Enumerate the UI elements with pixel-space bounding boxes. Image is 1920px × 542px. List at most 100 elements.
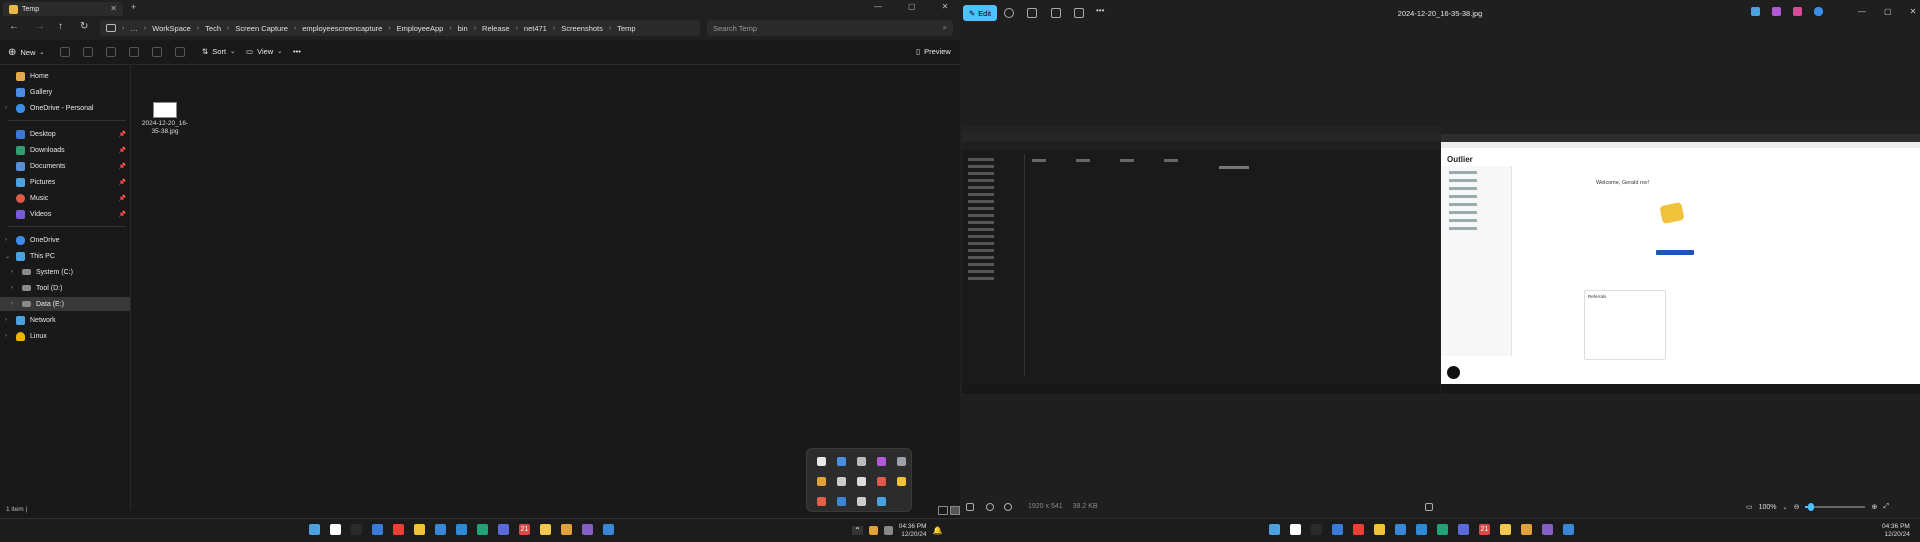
tray-app-13-icon[interactable] xyxy=(857,497,866,506)
maximize-button[interactable]: ▢ xyxy=(1884,7,1892,16)
tray-app-7-icon[interactable] xyxy=(837,477,846,486)
mail-icon[interactable] xyxy=(435,524,446,535)
tab-temp[interactable]: Temp ✕ xyxy=(3,2,123,16)
search-input[interactable]: Search Temp ⌕ xyxy=(707,20,953,36)
info-icon[interactable] xyxy=(1004,503,1012,511)
paste-icon[interactable] xyxy=(106,47,116,57)
chevron-right-icon[interactable]: › xyxy=(5,333,7,339)
back-arrow-icon[interactable]: ← xyxy=(9,21,19,32)
zoom-out-icon[interactable]: ⊖ xyxy=(1794,503,1800,511)
refresh-icon[interactable]: ↻ xyxy=(80,21,88,32)
copilot-icon[interactable] xyxy=(1332,524,1343,535)
calendar-icon[interactable]: 21 xyxy=(519,524,530,535)
clock[interactable]: 04:36 PM 12/20/24 xyxy=(899,523,927,538)
breadcrumb-item[interactable]: EmployeeApp xyxy=(391,24,450,33)
sidebar-item-videos[interactable]: Videos 📌 xyxy=(0,207,130,221)
tray-app-11-icon[interactable] xyxy=(817,497,826,506)
tray-app-4-icon[interactable] xyxy=(877,457,886,466)
address-bar[interactable]: › … › WorkSpace › Tech › Screen Capture › e… xyxy=(100,20,700,36)
tray-app-6-icon[interactable] xyxy=(817,477,826,486)
file-item[interactable]: 2024-12-20_16-35-38.jpg xyxy=(140,100,190,136)
terminal-icon[interactable] xyxy=(351,524,362,535)
chevron-down-icon[interactable]: ⌄ xyxy=(5,253,10,260)
explorer-icon[interactable] xyxy=(414,524,425,535)
zoom-slider[interactable] xyxy=(1805,503,1866,511)
tray-app-12-icon[interactable] xyxy=(837,497,846,506)
search-icon[interactable] xyxy=(330,524,341,535)
sidebar-item-gallery[interactable]: Gallery xyxy=(0,85,130,99)
tray-app-10-icon[interactable] xyxy=(897,477,906,486)
search-icon[interactable] xyxy=(1290,524,1301,535)
details-view-icon[interactable] xyxy=(938,506,948,515)
view-button[interactable]: ▭ View ⌄ xyxy=(246,47,282,56)
cut-icon[interactable] xyxy=(60,47,70,57)
vscode-icon[interactable] xyxy=(456,524,467,535)
vscode-icon[interactable] xyxy=(1416,524,1427,535)
sidebar-item-documents[interactable]: Documents 📌 xyxy=(0,159,130,173)
mail-icon[interactable] xyxy=(1395,524,1406,535)
chrome-canary-icon[interactable] xyxy=(561,524,572,535)
sidebar-item-tool-d[interactable]: › Tool (D:) xyxy=(0,281,130,295)
filmstrip-icon[interactable] xyxy=(966,503,974,511)
remote-icon[interactable] xyxy=(1563,524,1574,535)
breadcrumb-item[interactable]: bin xyxy=(452,24,474,33)
chrome-icon[interactable] xyxy=(393,524,404,535)
tray-app-14-icon[interactable] xyxy=(877,497,886,506)
breadcrumb-more[interactable]: … xyxy=(124,24,144,33)
bell-icon[interactable]: 🔔 xyxy=(933,526,943,535)
sidebar-item-music[interactable]: Music 📌 xyxy=(0,191,130,205)
breadcrumb-item[interactable]: employeescreencapture xyxy=(296,24,388,33)
breadcrumb-item[interactable]: net471 xyxy=(518,24,553,33)
copy-icon[interactable] xyxy=(83,47,93,57)
breadcrumb-item[interactable]: Release xyxy=(476,24,516,33)
more-options-icon[interactable]: ••• xyxy=(293,47,301,56)
tray-app-8-icon[interactable] xyxy=(857,477,866,486)
sidebar-item-onedrive-personal[interactable]: › OneDrive - Personal xyxy=(0,101,130,115)
show-hidden-icons-icon[interactable]: ⌃ xyxy=(852,526,863,535)
breadcrumb-item[interactable]: Screen Capture xyxy=(229,24,294,33)
sidebar-item-pictures[interactable]: Pictures 📌 xyxy=(0,175,130,189)
clock[interactable]: 04:36 PM 12/20/24 xyxy=(1882,523,1910,538)
share-icon[interactable] xyxy=(152,47,162,57)
forward-arrow-icon[interactable]: → xyxy=(35,21,45,32)
chevron-right-icon[interactable]: › xyxy=(5,317,7,323)
chevron-down-icon[interactable]: ⌄ xyxy=(1783,504,1788,511)
zoom-in-icon[interactable]: ⊕ xyxy=(1871,503,1877,511)
chrome-icon[interactable] xyxy=(1353,524,1364,535)
fullscreen-icon[interactable]: ⤢ xyxy=(1883,503,1889,511)
maximize-button[interactable]: ▢ xyxy=(908,2,916,11)
tray-icon[interactable] xyxy=(868,526,878,535)
minimize-button[interactable]: — xyxy=(874,2,882,11)
preview-button[interactable]: ▯ Preview xyxy=(916,47,951,56)
notes-icon[interactable] xyxy=(540,524,551,535)
start-icon[interactable] xyxy=(1269,524,1280,535)
sidebar-item-onedrive[interactable]: › OneDrive xyxy=(0,233,130,247)
delete-icon[interactable] xyxy=(175,47,185,57)
copilot-icon[interactable] xyxy=(372,524,383,535)
breadcrumb-item[interactable]: WorkSpace xyxy=(146,24,197,33)
rename-icon[interactable] xyxy=(129,47,139,57)
chevron-right-icon[interactable]: › xyxy=(11,285,13,291)
new-tab-button[interactable]: + xyxy=(131,2,136,12)
breadcrumb-item[interactable]: Temp xyxy=(611,24,641,33)
sidebar-item-home[interactable]: Home xyxy=(0,69,130,83)
sidebar-item-downloads[interactable]: Downloads 📌 xyxy=(0,143,130,157)
start-icon[interactable] xyxy=(309,524,320,535)
vscode-insiders-icon[interactable] xyxy=(1437,524,1448,535)
clipchamp-icon[interactable] xyxy=(1751,7,1760,16)
chevron-right-icon[interactable]: › xyxy=(11,269,13,275)
terminal-icon[interactable] xyxy=(1311,524,1322,535)
sidebar-item-data-e[interactable]: › Data (E:) xyxy=(0,297,130,311)
network-icon[interactable] xyxy=(883,526,893,535)
vscode-insiders-icon[interactable] xyxy=(477,524,488,535)
tiles-view-icon[interactable] xyxy=(950,506,960,515)
sidebar-item-system-c[interactable]: › System (C:) xyxy=(0,265,130,279)
chevron-right-icon[interactable]: › xyxy=(5,105,7,111)
fit-to-window-icon[interactable] xyxy=(1425,503,1433,511)
sidebar-item-linux[interactable]: › Linux xyxy=(0,329,130,343)
sidebar-item-desktop[interactable]: Desktop 📌 xyxy=(0,127,130,141)
close-tab-icon[interactable]: ✕ xyxy=(110,4,117,13)
sort-button[interactable]: ⇅ Sort ⌄ xyxy=(202,47,235,56)
chevron-right-icon[interactable]: › xyxy=(11,301,13,307)
designer-icon[interactable] xyxy=(1772,7,1781,16)
